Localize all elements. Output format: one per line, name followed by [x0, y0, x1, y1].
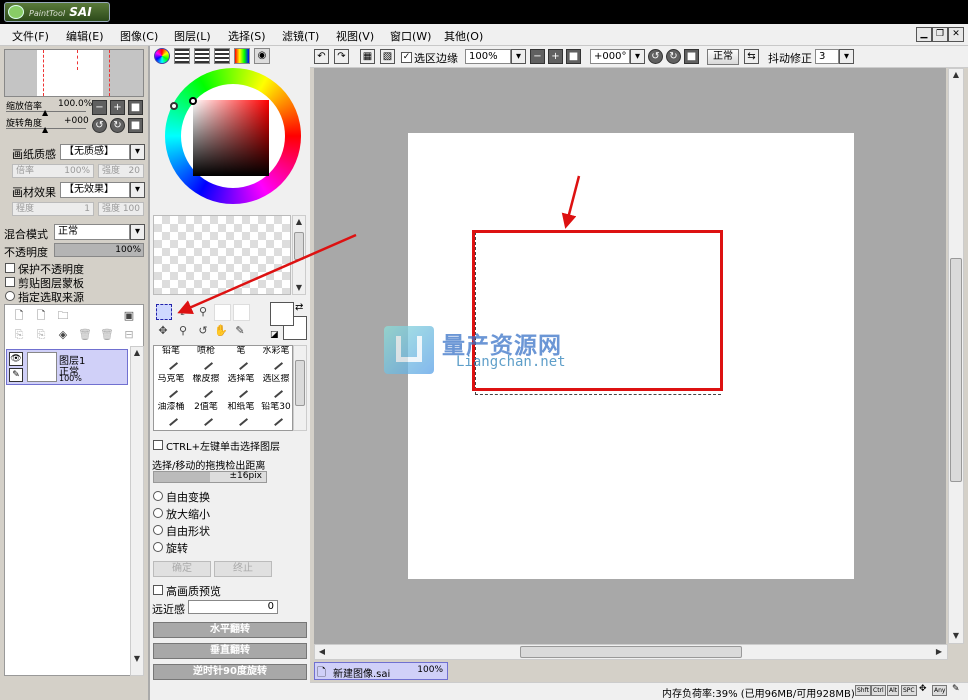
scroll-up-icon[interactable]: ▲	[949, 68, 963, 82]
document-zoom: 100%	[417, 665, 443, 675]
document-tab[interactable]: 🗋 新建图像.sai 100%	[314, 662, 448, 680]
canvas-vscroll-thumb[interactable]	[950, 258, 962, 482]
alt-key-indicator: Alt	[887, 685, 900, 696]
scroll-left-icon[interactable]: ◀	[315, 645, 329, 659]
space-key-indicator: SPC	[901, 685, 917, 696]
annotation-arrows	[177, 175, 581, 315]
arrow-to-select-tool	[177, 233, 357, 315]
canvas-hscroll-thumb[interactable]	[520, 646, 742, 658]
document-name: 新建图像.sai	[333, 669, 391, 680]
ctrl-key-indicator: Ctrl	[871, 685, 886, 696]
document-icon: 🗋	[317, 666, 326, 679]
move-indicator-icon: ✥	[919, 684, 927, 694]
pen-indicator-icon: ✎	[952, 684, 960, 694]
any-key-indicator: Any	[932, 685, 948, 696]
memory-status: 内存负荷率:39% (已用96MB/可用928MB)	[662, 689, 855, 700]
scroll-right-icon[interactable]: ▶	[932, 645, 946, 659]
shift-key-indicator: Shft	[855, 685, 871, 696]
arrow-to-selection	[561, 175, 581, 229]
scroll-down-icon[interactable]: ▼	[949, 629, 963, 643]
